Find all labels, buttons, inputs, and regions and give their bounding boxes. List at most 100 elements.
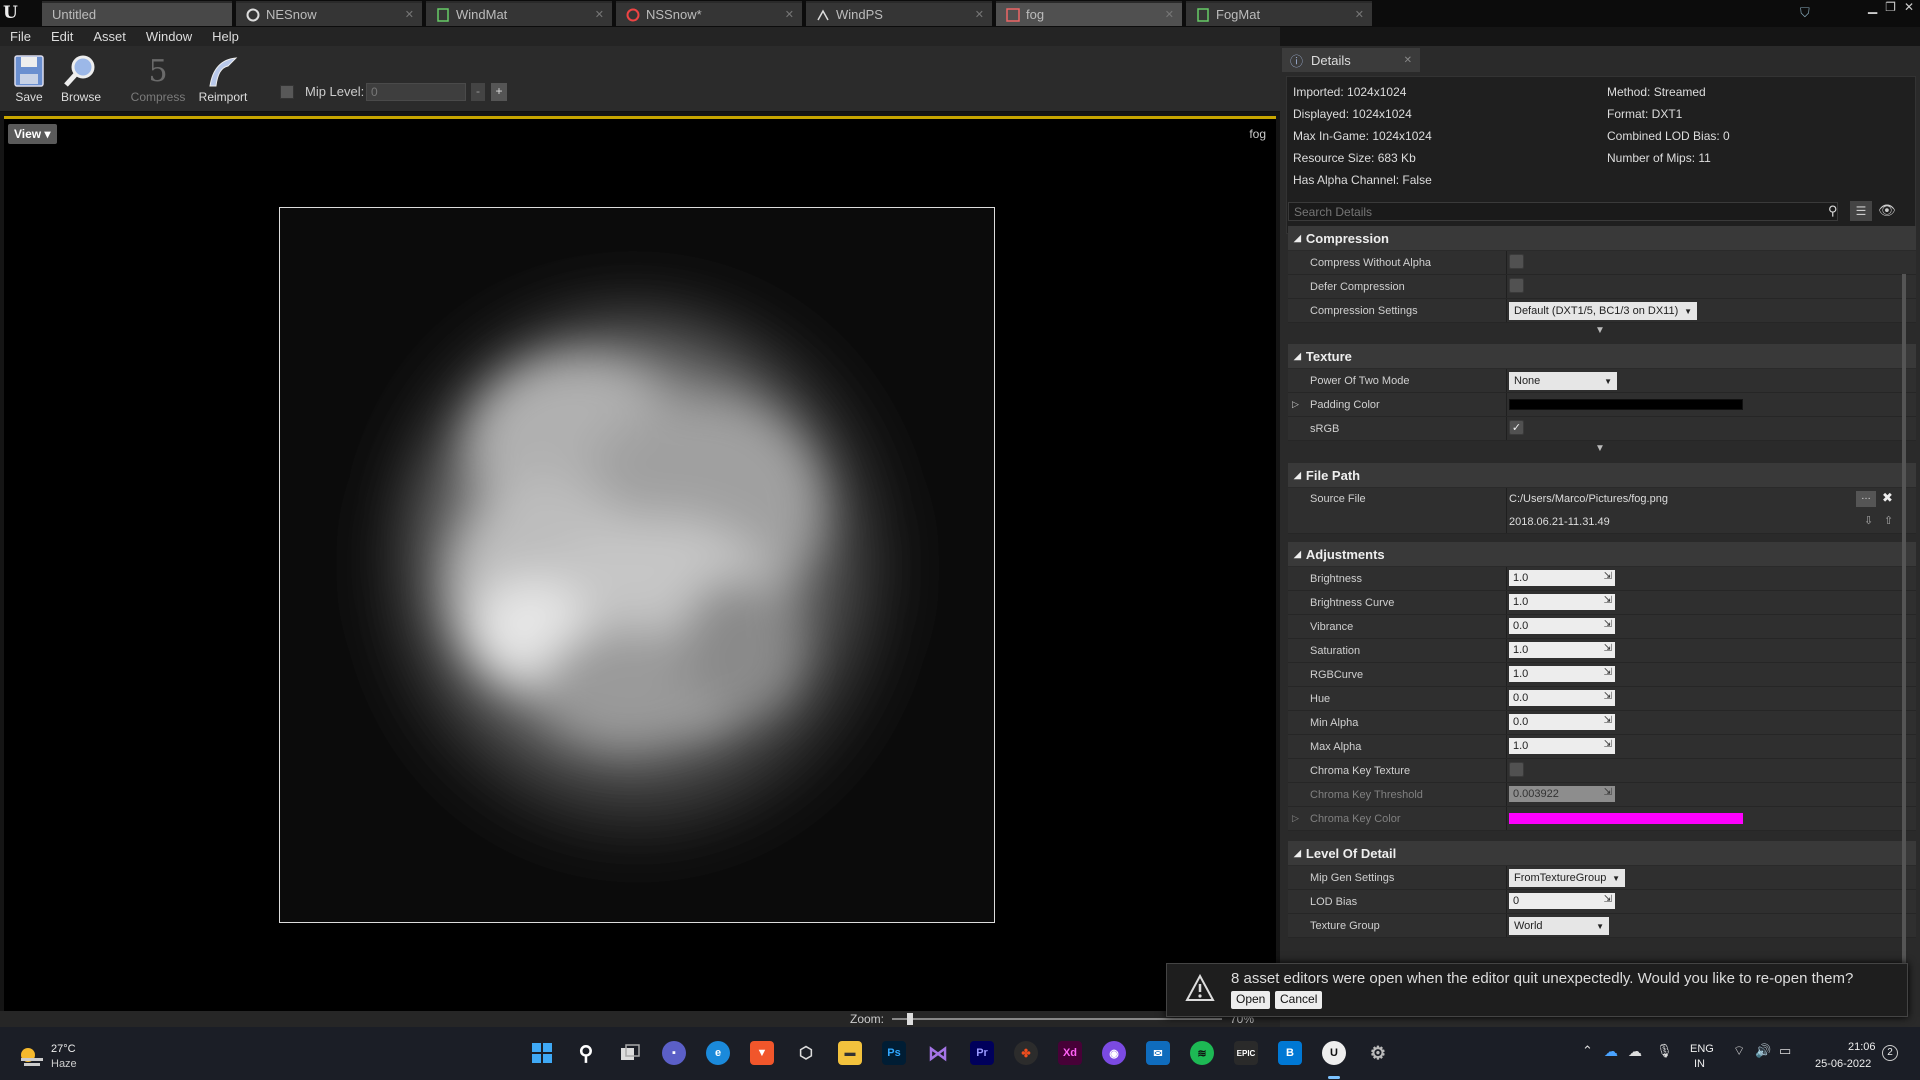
- epic-games-icon[interactable]: EPIC: [1234, 1041, 1258, 1065]
- view-menu-button[interactable]: View ▾: [8, 124, 57, 144]
- close-icon[interactable]: ✕: [595, 8, 604, 21]
- clock-date[interactable]: 25-06-2022: [1815, 1058, 1871, 1070]
- menu-edit[interactable]: Edit: [41, 29, 83, 44]
- list-view-button[interactable]: ☰: [1850, 201, 1872, 221]
- unreal-engine-alt-icon[interactable]: ⚙: [1366, 1041, 1390, 1065]
- tab-untitled[interactable]: Untitled: [42, 1, 232, 26]
- search-icon[interactable]: ⚲: [574, 1041, 598, 1065]
- browse-file-button[interactable]: …: [1856, 491, 1876, 507]
- power-of-two-dropdown[interactable]: None ▼: [1509, 372, 1617, 390]
- edge-browser-icon[interactable]: e: [706, 1041, 730, 1065]
- feedback-icon[interactable]: ⛉: [1800, 5, 1810, 21]
- chroma-key-threshold-input[interactable]: 0.003922 ⇲: [1509, 786, 1615, 802]
- brightness-input[interactable]: 1.0 ⇲: [1509, 570, 1615, 586]
- arrow-down-icon[interactable]: ⇩: [1864, 514, 1873, 527]
- tab-nesnow[interactable]: NESnow ✕: [236, 1, 422, 26]
- figma-icon[interactable]: ✤: [1014, 1041, 1038, 1065]
- expand-advanced-button[interactable]: ▼: [1280, 443, 1920, 457]
- unreal-editor-icon[interactable]: U: [1322, 1041, 1346, 1065]
- cloud-icon[interactable]: ☁: [1628, 1043, 1642, 1060]
- unreal-logo-icon[interactable]: U: [3, 3, 23, 23]
- min-alpha-input[interactable]: 0.0 ⇲: [1509, 714, 1615, 730]
- zoom-slider[interactable]: [892, 1018, 1222, 1020]
- tab-fog[interactable]: fog ✕: [996, 1, 1182, 26]
- category-file-path[interactable]: ◢ File Path: [1288, 463, 1916, 487]
- visual-studio-icon[interactable]: ⋈: [926, 1041, 950, 1065]
- eye-icon[interactable]: 👁: [1878, 202, 1896, 219]
- compress-without-alpha-checkbox[interactable]: [1509, 254, 1524, 269]
- close-icon[interactable]: ✕: [1165, 8, 1174, 21]
- brightness-curve-input[interactable]: 1.0 ⇲: [1509, 594, 1615, 610]
- cancel-button[interactable]: Cancel: [1275, 991, 1323, 1009]
- blender-app-icon[interactable]: B: [1278, 1041, 1302, 1065]
- close-window-icon[interactable]: ✕: [1904, 0, 1914, 14]
- expand-advanced-button[interactable]: ▼: [1280, 325, 1920, 339]
- mip-increment-button[interactable]: +: [491, 83, 507, 101]
- close-icon[interactable]: ✕: [405, 8, 414, 21]
- mip-checkbox[interactable]: [280, 85, 294, 99]
- tab-windps[interactable]: WindPS ✕: [806, 1, 992, 26]
- category-compression[interactable]: ◢ Compression: [1288, 226, 1916, 250]
- clear-icon[interactable]: ✖: [1882, 490, 1893, 506]
- menu-file[interactable]: File: [0, 29, 41, 44]
- chevron-up-icon[interactable]: ⌃: [1582, 1043, 1593, 1059]
- max-alpha-input[interactable]: 1.0 ⇲: [1509, 738, 1615, 754]
- close-icon[interactable]: ✕: [1404, 55, 1412, 66]
- photoshop-icon[interactable]: Ps: [882, 1041, 906, 1065]
- tab-fogmat[interactable]: FogMat ✕: [1186, 1, 1372, 26]
- restore-icon[interactable]: ❐: [1885, 0, 1896, 14]
- details-scrollbar[interactable]: [1902, 274, 1906, 1004]
- texture-viewport[interactable]: View ▾ fog: [4, 116, 1276, 1011]
- category-adjustments[interactable]: ◢ Adjustments: [1288, 542, 1916, 566]
- brave-browser-icon[interactable]: ▼: [750, 1041, 774, 1065]
- file-explorer-icon[interactable]: ▬: [838, 1041, 862, 1065]
- unity-hub-icon[interactable]: ⬡: [794, 1041, 818, 1065]
- lang-primary[interactable]: ENG: [1690, 1043, 1714, 1055]
- chroma-key-texture-checkbox[interactable]: [1509, 762, 1524, 777]
- tab-windmat[interactable]: WindMat ✕: [426, 1, 612, 26]
- saturation-input[interactable]: 1.0 ⇲: [1509, 642, 1615, 658]
- texture-group-dropdown[interactable]: World ▼: [1509, 917, 1609, 935]
- menu-asset[interactable]: Asset: [83, 29, 136, 44]
- browse-button[interactable]: Browse: [53, 52, 109, 104]
- zoom-slider-handle[interactable]: [907, 1013, 913, 1025]
- defer-compression-checkbox[interactable]: [1509, 278, 1524, 293]
- premiere-pro-icon[interactable]: Pr: [970, 1041, 994, 1065]
- reimport-button[interactable]: Reimport: [195, 52, 251, 104]
- adobe-xd-icon[interactable]: Xd: [1058, 1041, 1082, 1065]
- close-icon[interactable]: ✕: [975, 8, 984, 21]
- close-icon[interactable]: ✕: [785, 8, 794, 21]
- spotify-icon[interactable]: ≋: [1190, 1041, 1214, 1065]
- expand-icon[interactable]: ▷: [1292, 813, 1299, 824]
- open-button[interactable]: Open: [1231, 991, 1271, 1009]
- chat-icon[interactable]: ▪: [662, 1041, 686, 1065]
- weather-haze-icon[interactable]: [18, 1045, 44, 1067]
- battery-icon[interactable]: ▭: [1779, 1043, 1791, 1059]
- close-icon[interactable]: ✕: [1355, 8, 1364, 21]
- wifi-icon[interactable]: ⌔: [1733, 1043, 1745, 1059]
- mip-level-input[interactable]: 0: [366, 83, 466, 101]
- mail-icon[interactable]: ✉: [1146, 1041, 1170, 1065]
- onedrive-icon[interactable]: ☁: [1604, 1043, 1618, 1060]
- github-desktop-icon[interactable]: ◉: [1102, 1041, 1126, 1065]
- notification-badge[interactable]: 2: [1882, 1045, 1898, 1061]
- arrow-up-icon[interactable]: ⇧: [1884, 514, 1893, 527]
- vibrance-input[interactable]: 0.0 ⇲: [1509, 618, 1615, 634]
- task-view-icon[interactable]: [618, 1041, 642, 1065]
- mip-gen-settings-dropdown[interactable]: FromTextureGroup ▼: [1509, 869, 1625, 887]
- microphone-icon[interactable]: 🎙: [1656, 1043, 1673, 1059]
- minimize-icon[interactable]: ▁: [1868, 0, 1877, 14]
- compress-button[interactable]: 5 Compress: [130, 52, 186, 105]
- srgb-checkbox[interactable]: ✓: [1509, 420, 1524, 435]
- save-button[interactable]: Save: [1, 52, 57, 104]
- clock-time[interactable]: 21:06: [1848, 1041, 1876, 1053]
- padding-color-swatch[interactable]: [1509, 399, 1743, 410]
- volume-icon[interactable]: 🔊: [1755, 1043, 1771, 1059]
- hue-input[interactable]: 0.0 ⇲: [1509, 690, 1615, 706]
- lod-bias-input[interactable]: 0 ⇲: [1509, 893, 1615, 909]
- rgbcurve-input[interactable]: 1.0 ⇲: [1509, 666, 1615, 682]
- category-level-of-detail[interactable]: ◢ Level Of Detail: [1288, 841, 1916, 865]
- expand-icon[interactable]: ▷: [1292, 399, 1299, 410]
- category-texture[interactable]: ◢ Texture: [1288, 344, 1916, 368]
- chroma-key-color-swatch[interactable]: [1509, 813, 1743, 824]
